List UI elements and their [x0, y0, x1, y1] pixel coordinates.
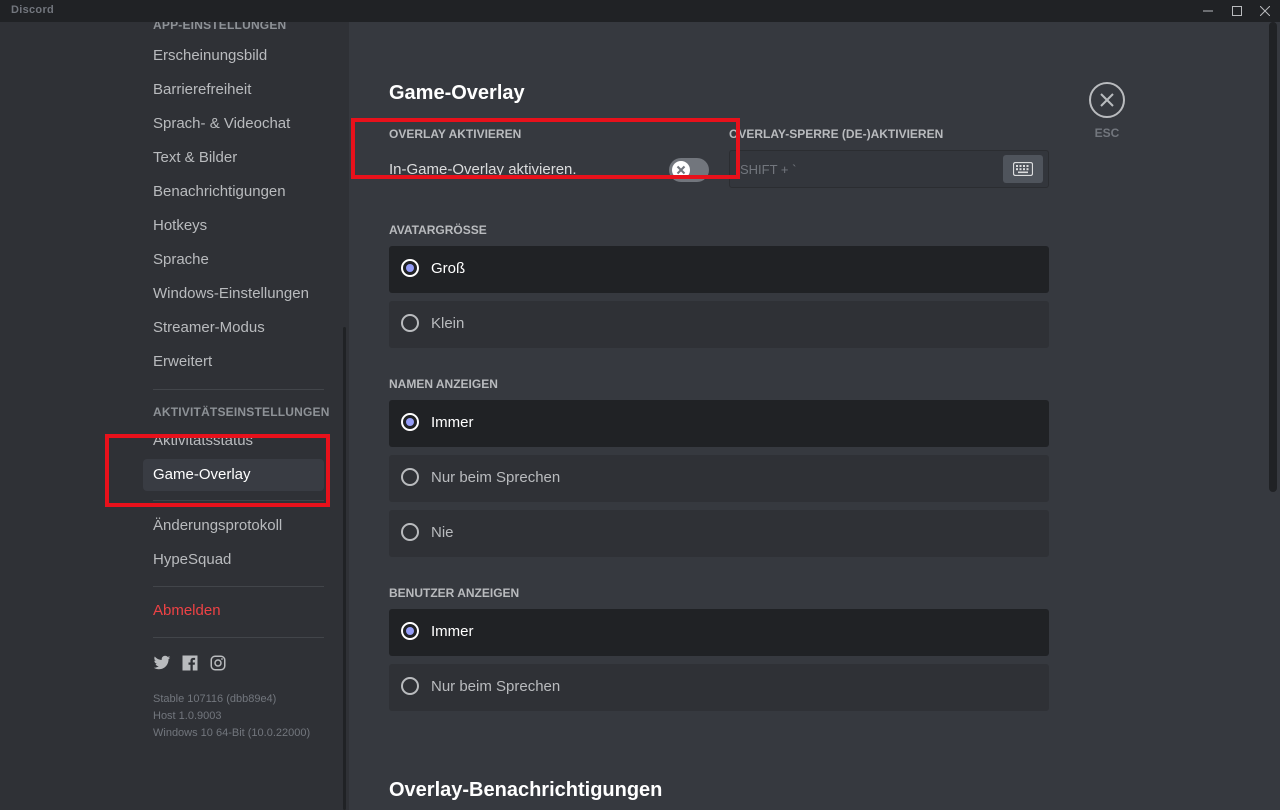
sidebar-item-accessibility[interactable]: Barrierefreiheit: [143, 74, 324, 106]
radio-label: Klein: [431, 315, 465, 332]
radio-users-speaking[interactable]: Nur beim Sprechen: [389, 664, 1049, 711]
radio-users-always[interactable]: Immer: [389, 609, 1049, 656]
overlay-lock-keybind[interactable]: SHIFT + `: [729, 150, 1049, 188]
radio-indicator: [401, 677, 419, 695]
sidebar-item-notifications[interactable]: Benachrichtigungen: [143, 176, 324, 208]
sidebar-divider: [153, 586, 324, 587]
instagram-icon[interactable]: [209, 654, 227, 672]
sidebar-divider: [153, 389, 324, 390]
minimize-button[interactable]: [1193, 0, 1223, 22]
close-settings-button[interactable]: [1089, 82, 1125, 118]
show-users-label: BENUTZER ANZEIGEN: [389, 586, 520, 600]
app-name: Discord: [11, 4, 55, 16]
keyboard-icon: [1013, 162, 1033, 176]
close-window-icon: [1260, 6, 1270, 16]
keybind-value: SHIFT + `: [740, 162, 797, 177]
version-host: Host 1.0.9003: [153, 710, 222, 722]
version-stable: Stable 107116 (dbb89e4): [153, 693, 277, 705]
radio-indicator: [401, 314, 419, 332]
close-icon: [1100, 93, 1114, 107]
radio-indicator: [401, 468, 419, 486]
radio-label: Nur beim Sprechen: [431, 469, 561, 486]
close-window-button[interactable]: [1250, 0, 1280, 22]
radio-label: Groß: [431, 260, 466, 277]
sidebar-item-appearance[interactable]: Erscheinungsbild: [143, 40, 324, 72]
radio-label: Nie: [431, 524, 454, 541]
avatar-size-label: AVATARGRÖSSE: [389, 223, 487, 237]
title-bar: Discord: [0, 0, 1280, 22]
radio-label: Nur beim Sprechen: [431, 678, 561, 695]
sidebar-item-language[interactable]: Sprache: [143, 244, 324, 276]
radio-indicator: [401, 622, 419, 640]
sidebar-divider: [153, 637, 324, 638]
app-settings-header: APP-EINSTELLUNGEN: [153, 22, 287, 32]
overlay-notifications-title: Overlay-Benachrichtigungen: [389, 779, 663, 801]
highlight-game-overlay-item: [105, 434, 330, 507]
sidebar-item-windows-settings[interactable]: Windows-Einstellungen: [143, 278, 324, 310]
content-scrollbar[interactable]: [1269, 22, 1277, 492]
radio-indicator: [401, 523, 419, 541]
radio-indicator: [401, 259, 419, 277]
minimize-icon: [1203, 10, 1213, 12]
activity-settings-header: AKTIVITÄTSEINSTELLUNGEN: [153, 405, 330, 419]
radio-names-speaking[interactable]: Nur beim Sprechen: [389, 455, 1049, 502]
highlight-overlay-toggle: [351, 118, 740, 179]
sidebar-item-hotkeys[interactable]: Hotkeys: [143, 210, 324, 242]
radio-avatar-large[interactable]: Groß: [389, 246, 1049, 293]
sidebar-item-streamer-mode[interactable]: Streamer-Modus: [143, 312, 324, 344]
version-os: Windows 10 64-Bit (10.0.22000): [153, 727, 311, 739]
sidebar-item-hypesquad[interactable]: HypeSquad: [143, 544, 324, 576]
page-title: Game-Overlay: [389, 82, 525, 104]
facebook-icon[interactable]: [181, 654, 199, 672]
show-names-label: NAMEN ANZEIGEN: [389, 377, 498, 391]
radio-label: Immer: [431, 623, 474, 640]
maximize-button[interactable]: [1222, 0, 1252, 22]
social-links: [153, 654, 227, 672]
maximize-icon: [1232, 6, 1242, 16]
radio-indicator: [401, 413, 419, 431]
logout-button[interactable]: Abmelden: [143, 595, 324, 627]
radio-names-always[interactable]: Immer: [389, 400, 1049, 447]
close-settings[interactable]: ESC: [1089, 82, 1125, 140]
twitter-icon[interactable]: [153, 654, 171, 672]
sidebar-item-voice-video[interactable]: Sprach- & Videochat: [143, 108, 324, 140]
overlay-lock-label: OVERLAY-SPERRE (DE-)AKTIVIEREN: [729, 127, 944, 141]
sidebar-scrollbar[interactable]: [343, 327, 346, 810]
esc-label: ESC: [1094, 126, 1120, 140]
sidebar-item-advanced[interactable]: Erweitert: [143, 346, 324, 378]
radio-names-never[interactable]: Nie: [389, 510, 1049, 557]
settings-sidebar: APP-EINSTELLUNGEN Erscheinungsbild Barri…: [0, 22, 349, 810]
record-keybind-button[interactable]: [1003, 155, 1043, 183]
sidebar-item-changelog[interactable]: Änderungsprotokoll: [143, 510, 324, 542]
radio-label: Immer: [431, 414, 474, 431]
radio-avatar-small[interactable]: Klein: [389, 301, 1049, 348]
sidebar-item-text-images[interactable]: Text & Bilder: [143, 142, 324, 174]
